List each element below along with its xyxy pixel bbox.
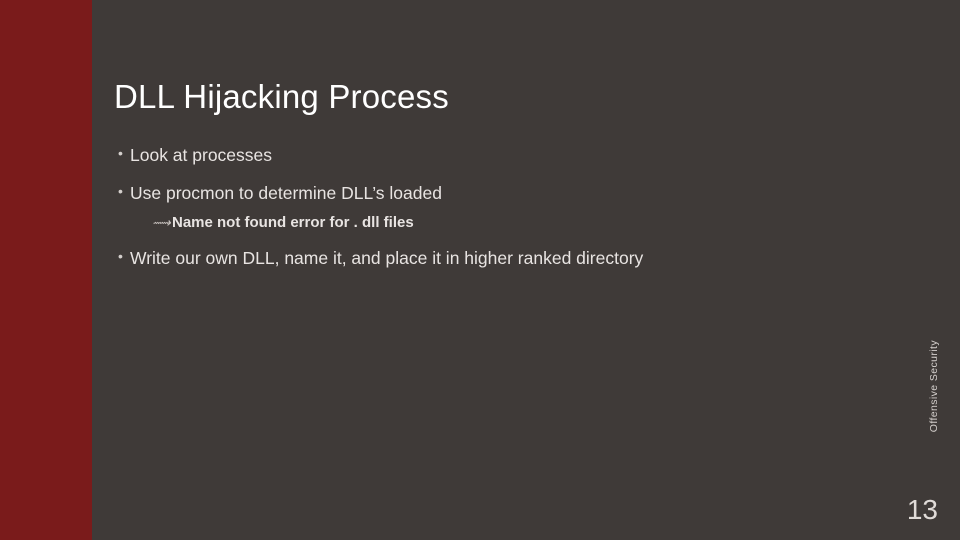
bullet-item: Write our own DLL, name it, and place it…	[118, 247, 910, 271]
accent-sidebar	[0, 0, 92, 540]
tilde-icon: ⟿	[152, 215, 171, 232]
sub-bullet-list: ⟿ Name not found error for . dll files	[130, 213, 910, 233]
vertical-footer-label: Offensive Security	[928, 340, 940, 432]
bullet-text: Use procmon to determine DLL’s loaded	[130, 183, 442, 203]
sub-bullet-item: ⟿ Name not found error for . dll files	[152, 213, 910, 233]
bullet-item: Look at processes	[118, 144, 910, 168]
bullet-text: Write our own DLL, name it, and place it…	[130, 248, 643, 268]
slide-content: DLL Hijacking Process Look at processes …	[92, 0, 960, 540]
page-number: 13	[907, 494, 938, 526]
bullet-text: Look at processes	[130, 145, 272, 165]
bullet-item: Use procmon to determine DLL’s loaded ⟿ …	[118, 182, 910, 233]
slide-title: DLL Hijacking Process	[114, 78, 910, 116]
bullet-list: Look at processes Use procmon to determi…	[114, 144, 910, 270]
sub-bullet-text: Name not found error for . dll files	[172, 214, 414, 231]
